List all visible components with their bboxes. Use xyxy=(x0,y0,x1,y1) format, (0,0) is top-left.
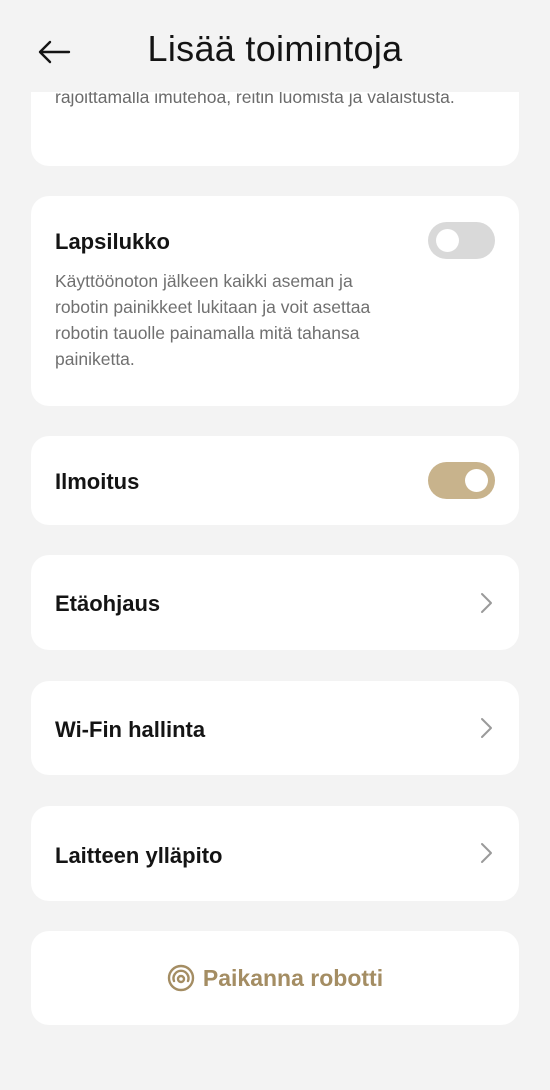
device-maintenance-title: Laitteen ylläpito xyxy=(55,843,223,868)
toggle-knob xyxy=(465,469,488,492)
child-lock-toggle[interactable] xyxy=(428,222,495,259)
notification-title: Ilmoitus xyxy=(55,469,140,494)
page-title: Lisää toimintoja xyxy=(147,28,403,69)
chevron-right-icon xyxy=(481,843,492,863)
locate-robot-card: Paikanna robotti xyxy=(31,931,519,1025)
locate-robot-label: Paikanna robotti xyxy=(202,964,384,991)
remote-control-row[interactable]: Etäohjaus xyxy=(31,555,519,650)
notification-toggle[interactable] xyxy=(428,462,495,499)
device-maintenance-row[interactable]: Laitteen ylläpito xyxy=(31,806,519,901)
wifi-management-title: Wi-Fin hallinta xyxy=(55,717,206,742)
wifi-management-row[interactable]: Wi-Fin hallinta xyxy=(31,681,519,775)
header: Lisää toimintoja xyxy=(0,0,550,92)
child-lock-title: Lapsilukko xyxy=(55,229,170,254)
toggle-knob xyxy=(436,229,459,252)
locate-target-icon xyxy=(167,964,195,992)
child-lock-description: Käyttöönoton jälkeen kaikki aseman ja ro… xyxy=(55,271,371,369)
remote-control-title: Etäohjaus xyxy=(55,591,161,616)
more-features-screen: rajoittamalla imutehoa, reitin luomista … xyxy=(0,0,550,1090)
chevron-right-icon xyxy=(481,718,492,738)
notification-card: Ilmoitus xyxy=(31,436,519,525)
child-lock-card: Lapsilukko Käyttöönoton jälkeen kaikki a… xyxy=(31,196,519,406)
chevron-right-icon xyxy=(481,593,492,613)
locate-robot-button[interactable]: Paikanna robotti xyxy=(31,931,519,1025)
